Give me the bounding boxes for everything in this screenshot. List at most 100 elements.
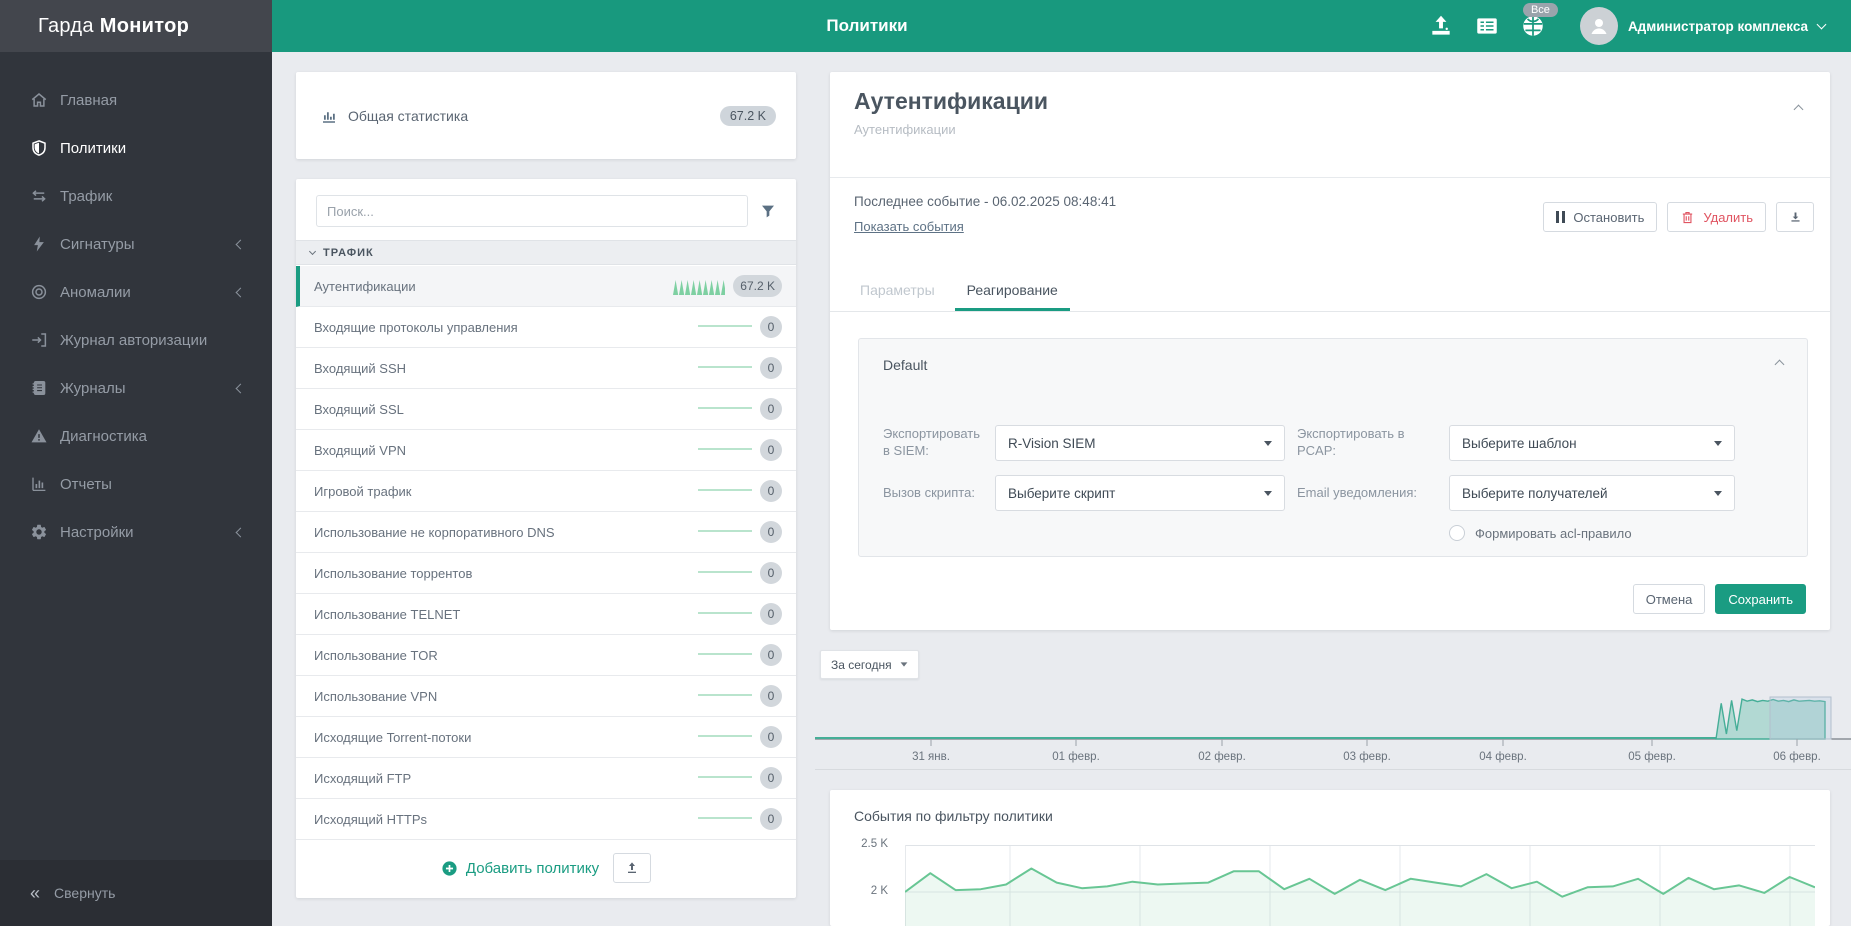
flat-sparkline <box>698 653 752 655</box>
caret-down-icon <box>1714 440 1722 446</box>
policy-rows: Аутентификации 67.2 K Входящие протоколы у… <box>296 266 796 840</box>
sidebar-item-bolt[interactable]: Сигнатуры <box>0 220 272 268</box>
sidebar-item-target[interactable]: Аномалии <box>0 268 272 316</box>
policy-label: Входящие протоколы управления <box>314 319 518 335</box>
cancel-button[interactable]: Отмена <box>1632 584 1706 614</box>
radio-unchecked-icon[interactable] <box>1449 525 1465 541</box>
tab-reaction[interactable]: Реагирование <box>951 272 1074 311</box>
policy-row[interactable]: Входящий SSL 0 <box>296 389 796 430</box>
policy-label: Использование торрентов <box>314 565 473 581</box>
period-select-button[interactable]: За сегодня <box>820 650 919 679</box>
policy-row[interactable]: Входящий SSH 0 <box>296 348 796 389</box>
stats-count-badge: 67.2 K <box>719 105 776 126</box>
tab-parameters[interactable]: Параметры <box>844 272 951 310</box>
timeline-svg[interactable]: 31 янв. 01 февр. 02 февр. 03 февр. 04 февр. 0… <box>815 640 1851 770</box>
pcap-select[interactable]: Выберите шаблон <box>1449 425 1735 461</box>
count-badge: 0 <box>760 767 782 789</box>
policy-label: Использование TOR <box>314 647 438 663</box>
policy-row[interactable]: Аутентификации 67.2 K <box>296 266 796 307</box>
count-badge: 0 <box>760 480 782 502</box>
sidebar-item-gear[interactable]: Настройки <box>0 508 272 556</box>
sidebar-item-journal[interactable]: Журналы <box>0 364 272 412</box>
globe-icon[interactable]: Все <box>1520 3 1558 39</box>
policy-row[interactable]: Использование VPN 0 <box>296 676 796 717</box>
count-badge: 0 <box>760 521 782 543</box>
collapse-double-chevron-icon: « <box>30 882 41 903</box>
sidebar-item-label: Диагностика <box>60 427 147 445</box>
download-policy-button[interactable] <box>1776 202 1814 232</box>
count-badge: 0 <box>760 644 782 666</box>
events-chart-plot <box>904 845 1816 926</box>
chevron-left-icon <box>235 527 246 537</box>
sidebar-item-label: Журналы <box>60 379 126 397</box>
sparkline <box>673 278 726 295</box>
activity-sparkline <box>673 279 726 295</box>
radio-label: Формировать acl-правило <box>1475 525 1632 541</box>
bolt-icon <box>30 235 48 253</box>
sidebar-item-swap[interactable]: Трафик <box>0 172 272 220</box>
user-menu[interactable]: Администратор комплекса <box>1579 7 1827 45</box>
acl-radio-row[interactable]: Формировать acl-правило <box>1449 525 1735 541</box>
save-button[interactable]: Сохранить <box>1715 584 1806 614</box>
flat-sparkline <box>698 571 752 573</box>
sidebar-item-report[interactable]: Отчеты <box>0 460 272 508</box>
sidebar-nav: Главная Политики Трафик Сигнатуры Аномалии Жу… <box>0 52 272 556</box>
policy-row[interactable]: Исходящий FTP 0 <box>296 758 796 799</box>
export-upload-icon[interactable] <box>1428 13 1454 39</box>
timeline-date-label: 02 февр. <box>1198 751 1246 763</box>
sidebar-item-shield[interactable]: Политики <box>0 124 272 172</box>
sidebar-collapse-button[interactable]: « Свернуть <box>0 860 272 926</box>
overall-stats-card[interactable]: Общая статистика 67.2 K <box>296 72 796 159</box>
avatar <box>1579 7 1618 45</box>
app-logo[interactable]: Гарда Монитор <box>0 0 272 52</box>
upload-icon <box>628 862 637 873</box>
policy-row[interactable]: Исходящий HTTPs 0 <box>296 799 796 840</box>
delete-button[interactable]: Удалить <box>1667 202 1766 232</box>
timeline-date-label: 04 февр. <box>1479 751 1527 763</box>
timeline-date-label: 05 февр. <box>1628 751 1676 763</box>
add-policy-label: Добавить политику <box>465 859 600 877</box>
flat-sparkline <box>698 735 752 737</box>
collapse-card-chevron-icon[interactable] <box>1793 104 1804 115</box>
policy-row[interactable]: Использование не корпоративного DNS 0 <box>296 512 796 553</box>
report-icon <box>30 475 48 493</box>
policy-row[interactable]: Входящий VPN 0 <box>296 430 796 471</box>
collapse-label: Свернуть <box>54 885 116 901</box>
policy-detail-card: Аутентификации Аутентификации Последнее … <box>830 72 1830 630</box>
script-select[interactable]: Выберите скрипт <box>995 475 1285 511</box>
sparkline <box>698 817 752 821</box>
group-header-traffic[interactable]: ТРАФИК <box>296 240 796 265</box>
default-reaction-panel: Default Экспортировать в SIEM: R-Vision … <box>858 338 1808 557</box>
detail-subtitle: Аутентификации <box>854 122 956 137</box>
search-input[interactable] <box>316 195 748 227</box>
stop-button[interactable]: Остановить <box>1543 202 1658 232</box>
filter-funnel-icon[interactable] <box>760 203 776 219</box>
siem-select[interactable]: R-Vision SIEM <box>995 425 1285 461</box>
policy-label: Использование VPN <box>314 688 438 704</box>
policy-row[interactable]: Входящие протоколы управления 0 <box>296 307 796 348</box>
policy-row[interactable]: Исходящие Torrent-потоки 0 <box>296 717 796 758</box>
import-policy-button[interactable] <box>613 853 652 883</box>
sidebar-item-home[interactable]: Главная <box>0 76 272 124</box>
policy-row[interactable]: Игровой трафик 0 <box>296 471 796 512</box>
report-list-icon[interactable] <box>1474 13 1500 39</box>
add-policy-button[interactable]: Добавить политику <box>441 860 599 877</box>
policy-row[interactable]: Использование TOR 0 <box>296 635 796 676</box>
sidebar-item-label: Политики <box>60 139 127 157</box>
email-select[interactable]: Выберите получателей <box>1449 475 1735 511</box>
events-chart-card: События по фильтру политики 2.5 K 2 K <box>830 790 1830 926</box>
collapse-panel-chevron-icon[interactable] <box>1774 359 1785 370</box>
sidebar-item-login[interactable]: Журнал авторизации <box>0 316 272 364</box>
detail-tabs: Параметры Реагирование <box>844 272 1074 311</box>
flat-sparkline <box>698 530 752 532</box>
sidebar-item-warning[interactable]: Диагностика <box>0 412 272 460</box>
policy-row[interactable]: Использование TELNET 0 <box>296 594 796 635</box>
show-events-link[interactable]: Показать события <box>854 219 964 234</box>
sparkline <box>698 530 752 534</box>
timeline-overview[interactable]: 31 янв. 01 февр. 02 февр. 03 февр. 04 февр. 0… <box>815 640 1851 770</box>
sidebar-item-label: Отчеты <box>60 475 112 493</box>
sparkline <box>698 735 752 739</box>
policy-label: Исходящий FTP <box>314 770 412 786</box>
flat-sparkline <box>698 694 752 696</box>
policy-row[interactable]: Использование торрентов 0 <box>296 553 796 594</box>
